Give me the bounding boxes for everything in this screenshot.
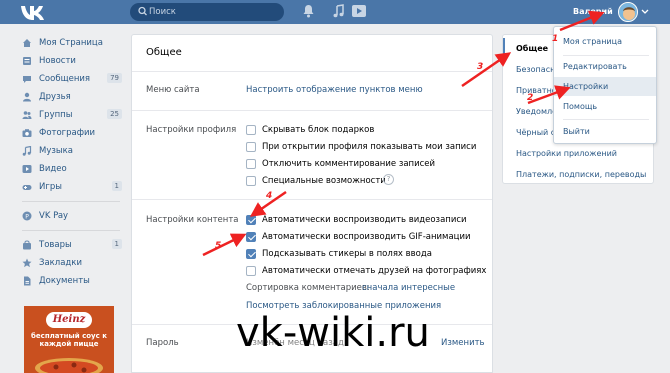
- step-number: 5: [215, 241, 222, 251]
- step-number: 1: [552, 34, 559, 44]
- arrow-3: [461, 52, 512, 88]
- watermark: vk-wiki.ru: [236, 310, 430, 356]
- step-number: 4: [266, 191, 273, 201]
- arrow-2: [527, 85, 571, 105]
- arrow-1: [559, 10, 605, 32]
- step-number: 2: [527, 93, 534, 103]
- arrow-5: [202, 233, 247, 257]
- step-number: 3: [477, 62, 484, 72]
